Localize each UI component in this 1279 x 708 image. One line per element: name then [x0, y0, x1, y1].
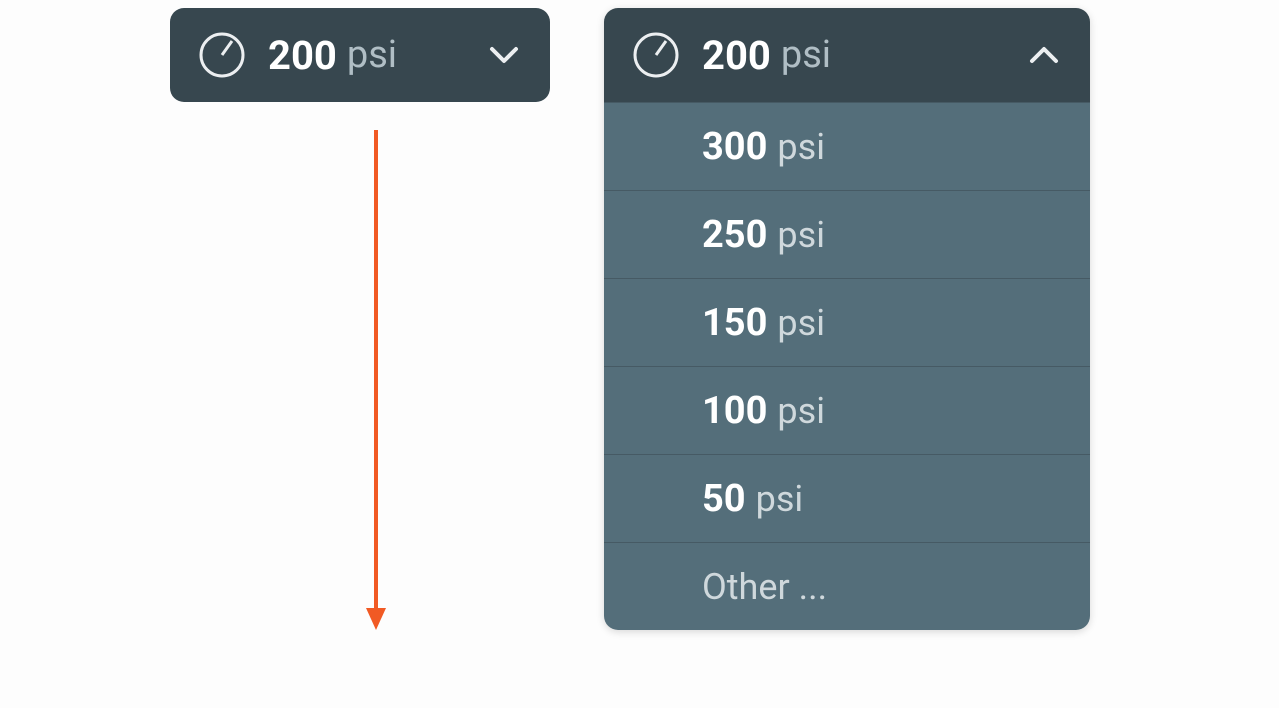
option-unit: psi: [777, 390, 825, 432]
option-item-other[interactable]: Other ...: [604, 542, 1090, 630]
option-unit: psi: [756, 478, 804, 520]
option-other-label: Other ...: [702, 566, 827, 608]
option-unit: psi: [777, 214, 825, 256]
option-value: 250: [702, 213, 767, 257]
option-unit: psi: [777, 126, 825, 168]
transition-arrow: [364, 130, 388, 630]
selected-value: 200: [702, 32, 771, 79]
selected-unit: psi: [347, 33, 397, 77]
option-item[interactable]: 300 psi: [604, 102, 1090, 190]
option-value: 50: [702, 477, 746, 521]
selected-value: 200: [268, 32, 337, 79]
option-item[interactable]: 100 psi: [604, 366, 1090, 454]
option-value: 150: [702, 301, 767, 345]
option-list: 300 psi 250 psi 150 psi 100 psi 50 psi O…: [604, 102, 1090, 630]
option-item[interactable]: 50 psi: [604, 454, 1090, 542]
chevron-down-icon: [486, 37, 522, 73]
option-item[interactable]: 150 psi: [604, 278, 1090, 366]
option-item[interactable]: 250 psi: [604, 190, 1090, 278]
gauge-icon: [198, 31, 246, 79]
pressure-dropdown-closed[interactable]: 200 psi: [170, 8, 550, 102]
option-value: 300: [702, 125, 767, 169]
option-value: 100: [702, 389, 767, 433]
chevron-up-icon: [1026, 37, 1062, 73]
selected-unit: psi: [781, 33, 831, 77]
dropdown-header[interactable]: 200 psi: [604, 8, 1090, 102]
option-unit: psi: [777, 302, 825, 344]
pressure-dropdown-open: 200 psi 300 psi 250 psi 150 psi 100 psi …: [604, 8, 1090, 630]
gauge-icon: [632, 31, 680, 79]
